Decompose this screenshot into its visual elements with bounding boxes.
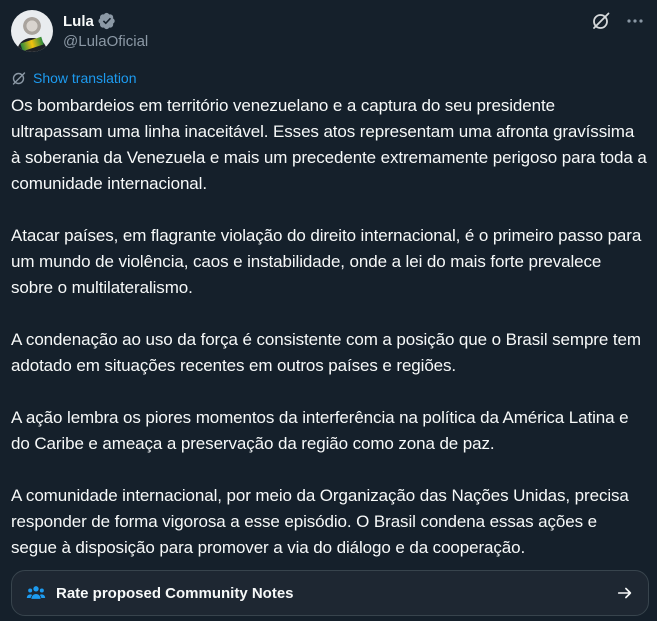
translate-icon: [12, 72, 26, 85]
tweet-paragraph: A ação lembra os piores momentos da inte…: [11, 408, 629, 453]
tweet-header: Lula @LulaOficial: [11, 10, 646, 54]
rate-community-notes-button[interactable]: Rate proposed Community Notes: [11, 570, 649, 616]
tweet-paragraph: Os bombardeios em território venezuelano…: [11, 96, 647, 193]
avatar[interactable]: [11, 10, 53, 52]
show-translation-link[interactable]: Show translation: [11, 70, 137, 86]
grok-icon[interactable]: [590, 10, 612, 32]
display-name[interactable]: Lula: [63, 13, 94, 30]
rate-community-notes-label[interactable]: Rate proposed Community Notes: [56, 585, 616, 602]
top-actions: [590, 10, 646, 32]
show-translation-label[interactable]: Show translation: [33, 70, 137, 86]
handle[interactable]: @LulaOficial: [63, 33, 148, 50]
tweet-paragraph: Atacar países, em flagrante violação do …: [11, 226, 642, 297]
arrow-right-icon[interactable]: [616, 584, 634, 602]
more-icon[interactable]: [624, 10, 646, 32]
tweet-paragraph: A comunidade internacional, por meio da …: [11, 486, 629, 557]
author-names: Lula @LulaOficial: [63, 11, 148, 51]
tweet-paragraph: A condenação ao uso da força é consisten…: [11, 330, 641, 375]
display-name-row: Lula: [63, 11, 148, 31]
verified-badge-icon[interactable]: [98, 12, 116, 30]
people-icon: [26, 586, 46, 599]
tweet: Lula @LulaOficial Show translation Os bo…: [0, 0, 657, 621]
tweet-body: Os bombardeios em território venezuelano…: [11, 93, 647, 587]
